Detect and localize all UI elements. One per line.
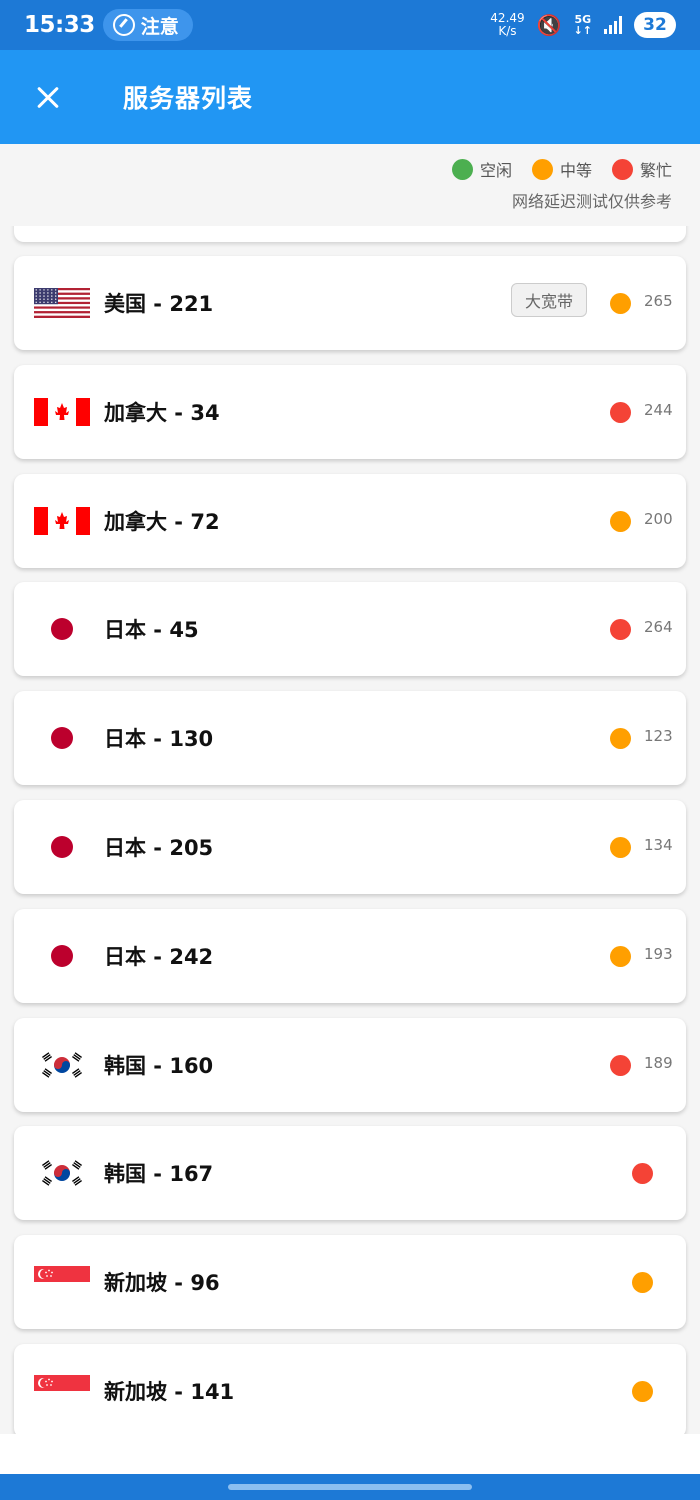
status-dot bbox=[632, 1163, 653, 1185]
latency-value: 244 bbox=[644, 400, 673, 419]
latency-value: 189 bbox=[644, 1053, 673, 1072]
status-time: 15:33 bbox=[24, 12, 95, 38]
server-card[interactable]: 韩国 - 167 bbox=[14, 1126, 686, 1221]
vibrate-mute-icon: 🔇 bbox=[536, 13, 562, 37]
flag bbox=[34, 939, 90, 972]
latency-value: 265 bbox=[644, 292, 673, 310]
japan-flag-icon bbox=[34, 939, 90, 972]
status-dot bbox=[632, 1381, 653, 1402]
data-arrows-icon: ↓↑ bbox=[573, 24, 592, 37]
canada-flag-icon bbox=[34, 397, 90, 426]
compass-icon bbox=[112, 14, 135, 36]
legend-label: 空闲 bbox=[479, 161, 512, 180]
flag bbox=[34, 613, 90, 646]
legend-row: 空闲 中等 繁忙 bbox=[0, 156, 672, 182]
home-indicator[interactable] bbox=[228, 1484, 472, 1490]
status-dot bbox=[610, 293, 631, 314]
bandwidth-badge: 大宽带 bbox=[511, 283, 588, 317]
bottom-spacer bbox=[0, 1434, 700, 1474]
japan-flag-icon bbox=[34, 613, 90, 646]
navigation-bar bbox=[0, 1474, 700, 1500]
flag bbox=[34, 287, 90, 319]
latency-value: 123 bbox=[644, 727, 673, 746]
status-dot bbox=[610, 945, 631, 967]
server-card[interactable]: 加拿大 - 34 244 bbox=[14, 364, 686, 459]
flag bbox=[34, 1375, 90, 1407]
legend: 空闲 中等 繁忙 网络延迟测试仅供参考 bbox=[0, 144, 700, 226]
canada-flag-icon bbox=[34, 506, 90, 535]
server-name: 日本 - 45 bbox=[104, 618, 199, 643]
legend-label: 繁忙 bbox=[639, 161, 672, 180]
server-name: 美国 - 221 bbox=[104, 292, 214, 316]
legend-dot bbox=[451, 158, 473, 180]
flag bbox=[34, 831, 90, 863]
server-name: 加拿大 - 34 bbox=[104, 400, 220, 425]
network-type: 5G ↓↑ bbox=[574, 14, 592, 36]
server-card[interactable]: 新加坡 - 96 bbox=[14, 1235, 686, 1330]
app-bar: 服务器列表 bbox=[0, 50, 700, 144]
server-card[interactable]: 日本 - 130 123 bbox=[14, 691, 686, 786]
latency-value: 264 bbox=[644, 618, 673, 637]
korea-flag-icon bbox=[34, 1157, 90, 1190]
legend-item: 空闲 bbox=[451, 157, 512, 181]
us-flag-icon bbox=[34, 288, 90, 318]
latency-value: 200 bbox=[644, 509, 673, 528]
flag bbox=[34, 1048, 90, 1081]
legend-dot bbox=[531, 158, 553, 180]
server-name: 日本 - 242 bbox=[104, 944, 214, 969]
legend-item: 中等 bbox=[531, 157, 592, 181]
server-name: 新加坡 - 96 bbox=[104, 1271, 220, 1296]
server-name: 加拿大 - 72 bbox=[104, 509, 220, 534]
latency-value: 193 bbox=[644, 944, 673, 963]
status-icons: 42.49 K/s 🔇 5G ↓↑ 32 bbox=[490, 12, 676, 38]
server-card[interactable]: 日本 - 242 193 bbox=[14, 908, 686, 1003]
battery-icon: 32 bbox=[634, 12, 676, 38]
server-name: 日本 - 130 bbox=[104, 727, 214, 752]
status-dot bbox=[632, 1272, 653, 1294]
latency-note: 网络延迟测试仅供参考 bbox=[511, 192, 672, 211]
server-card[interactable]: 新加坡 - 141 bbox=[14, 1344, 686, 1434]
flag bbox=[34, 1157, 90, 1190]
notice-label: 注意 bbox=[140, 15, 179, 38]
legend-dot bbox=[611, 158, 633, 180]
server-card[interactable]: 美国 - 221 大宽带 265 bbox=[14, 256, 686, 350]
server-card[interactable]: 加拿大 - 72 200 bbox=[14, 473, 686, 568]
flag bbox=[34, 722, 90, 755]
notice-pill[interactable]: 注意 bbox=[102, 9, 193, 41]
status-dot bbox=[610, 619, 631, 641]
server-card-partial[interactable] bbox=[14, 226, 686, 242]
signal-icon bbox=[604, 16, 622, 34]
flag bbox=[34, 1266, 90, 1299]
status-dot bbox=[610, 728, 631, 750]
latency-value: 134 bbox=[644, 836, 673, 854]
server-name: 新加坡 - 141 bbox=[104, 1380, 235, 1404]
singapore-flag-icon bbox=[34, 1266, 90, 1299]
status-bar: 15:33 注意 42.49 K/s 🔇 5G ↓↑ 32 bbox=[0, 0, 700, 50]
server-card[interactable]: 韩国 - 160 189 bbox=[14, 1017, 686, 1112]
flag bbox=[34, 505, 90, 537]
legend-label: 中等 bbox=[559, 161, 592, 180]
korea-flag-icon bbox=[34, 1048, 90, 1081]
flag bbox=[34, 396, 90, 428]
status-dot bbox=[610, 401, 631, 423]
japan-flag-icon bbox=[34, 831, 90, 863]
server-card[interactable]: 日本 - 45 264 bbox=[14, 582, 686, 677]
status-dot bbox=[610, 1054, 631, 1076]
status-dot bbox=[610, 510, 631, 532]
server-name: 日本 - 205 bbox=[104, 836, 214, 860]
server-name: 韩国 - 160 bbox=[104, 1053, 214, 1078]
status-dot bbox=[610, 837, 631, 858]
server-list[interactable]: 美国 - 221 大宽带 265 加拿大 - 34 244 加拿大 - 72 200 日本 -… bbox=[0, 226, 700, 1434]
net-speed: 42.49 K/s bbox=[490, 12, 524, 38]
singapore-flag-icon bbox=[34, 1375, 90, 1407]
legend-item: 繁忙 bbox=[611, 157, 672, 181]
page-title: 服务器列表 bbox=[123, 84, 254, 113]
close-button[interactable] bbox=[18, 67, 78, 127]
japan-flag-icon bbox=[34, 722, 90, 755]
server-card[interactable]: 日本 - 205 134 bbox=[14, 800, 686, 894]
net-speed-unit: K/s bbox=[498, 24, 517, 38]
server-name: 韩国 - 167 bbox=[104, 1162, 214, 1187]
